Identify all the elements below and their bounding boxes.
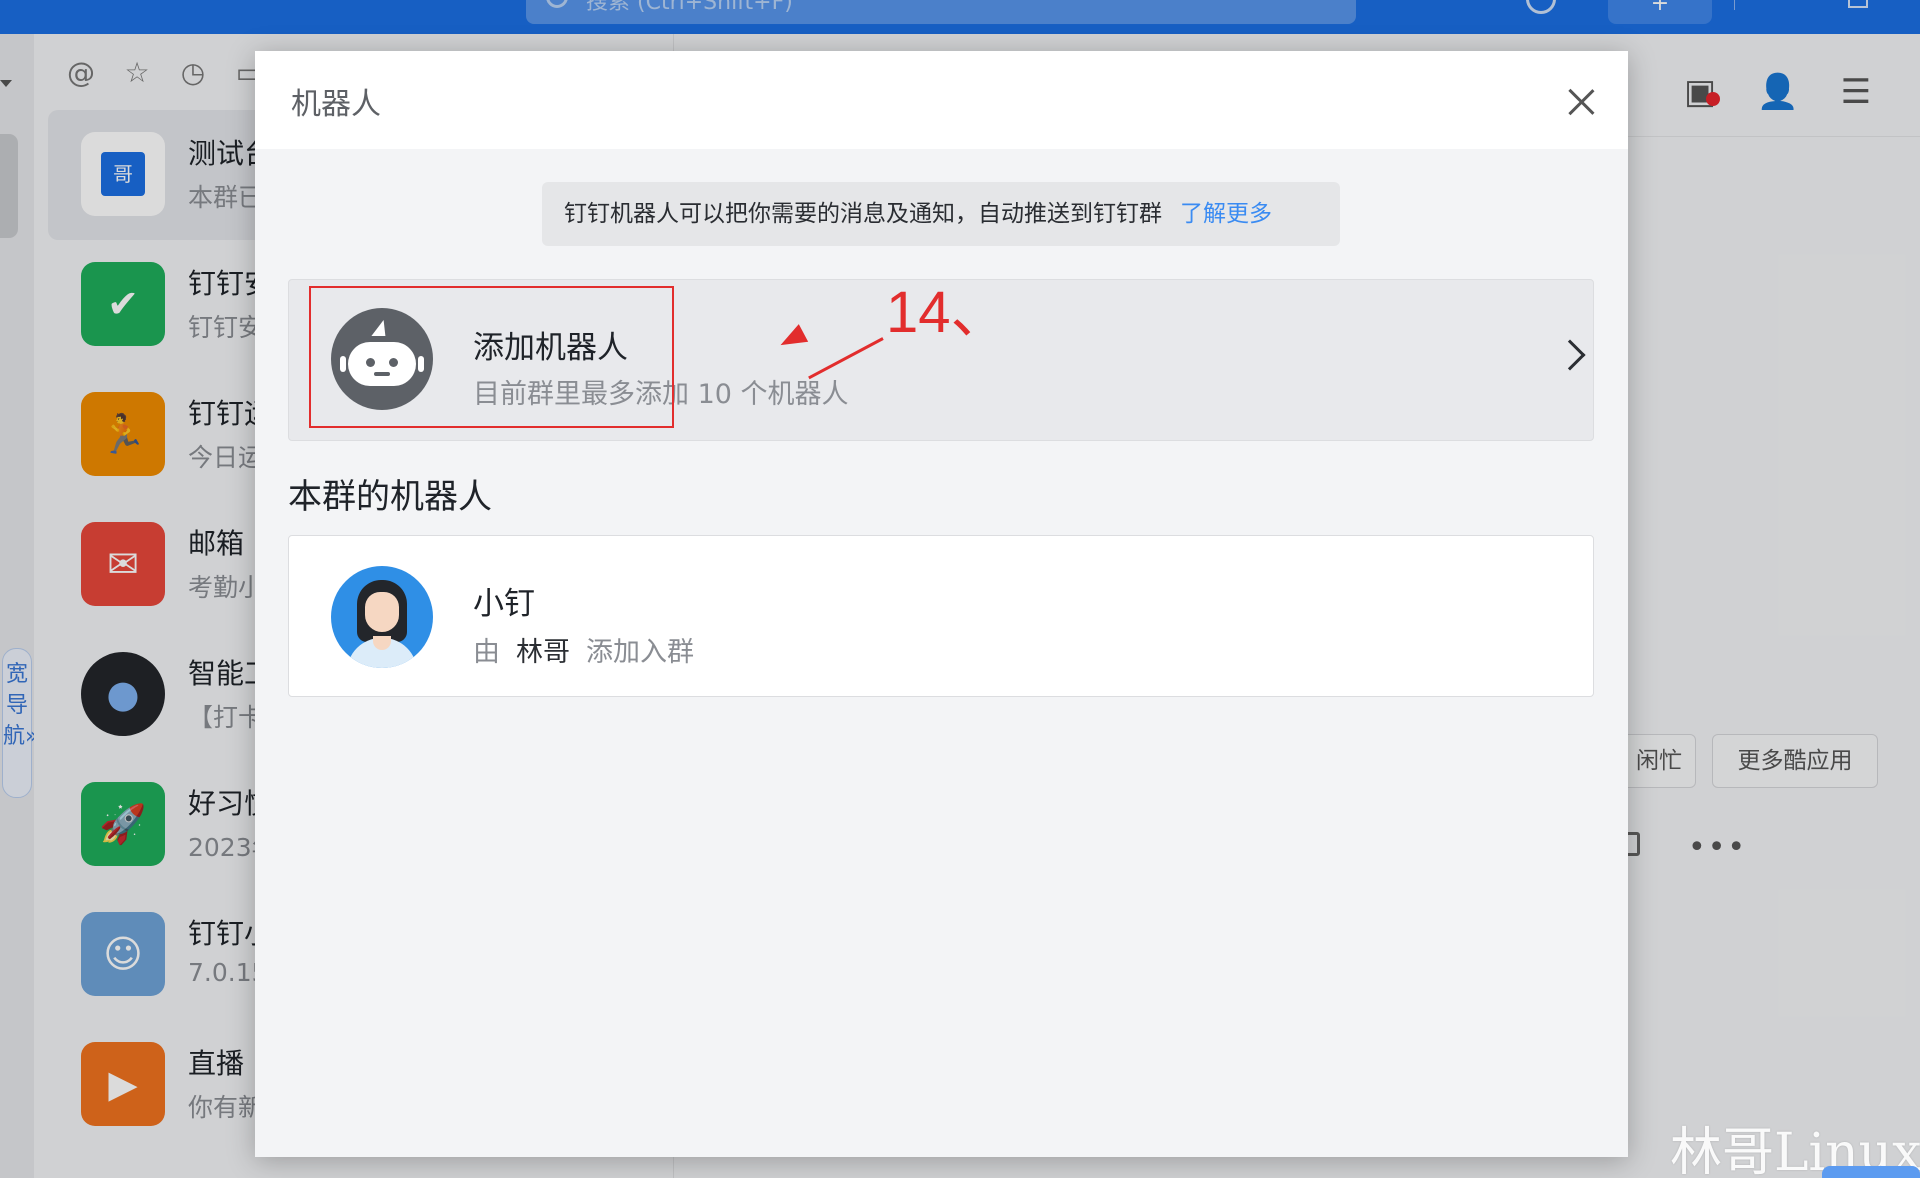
annotation-step-label: 14、 (886, 280, 1009, 345)
robot-avatar (331, 566, 433, 668)
corner-button[interactable] (1822, 1166, 1920, 1178)
added-by-user: 林哥 (516, 637, 570, 668)
robot-name: 小钉 (473, 586, 535, 622)
robot-icon (331, 308, 433, 410)
notice-text: 钉钉机器人可以把你需要的消息及通知，自动推送到钉钉群 (564, 201, 1162, 227)
robot-notice: 钉钉机器人可以把你需要的消息及通知，自动推送到钉钉群 了解更多 (542, 182, 1340, 246)
add-robot-limit: 目前群里最多添加 10 个机器人 (473, 379, 849, 410)
learn-more-link[interactable]: 了解更多 (1180, 201, 1272, 227)
chevron-right-icon (1554, 339, 1586, 371)
robot-dialog: 机器人 钉钉机器人可以把你需要的消息及通知，自动推送到钉钉群 了解更多 添加机器人… (255, 51, 1628, 1157)
add-robot-title: 添加机器人 (473, 330, 628, 366)
dialog-header: 机器人 (255, 51, 1628, 149)
robot-list-item[interactable]: 小钉 由林哥 添加入群 (288, 535, 1594, 697)
added-by-prefix: 由 (473, 637, 500, 668)
dialog-title: 机器人 (291, 87, 381, 122)
added-by-suffix: 添加入群 (586, 637, 694, 668)
group-robots-heading: 本群的机器人 (288, 477, 492, 517)
robot-added-by: 由林哥 添加入群 (473, 630, 694, 669)
close-icon[interactable] (1567, 87, 1597, 117)
